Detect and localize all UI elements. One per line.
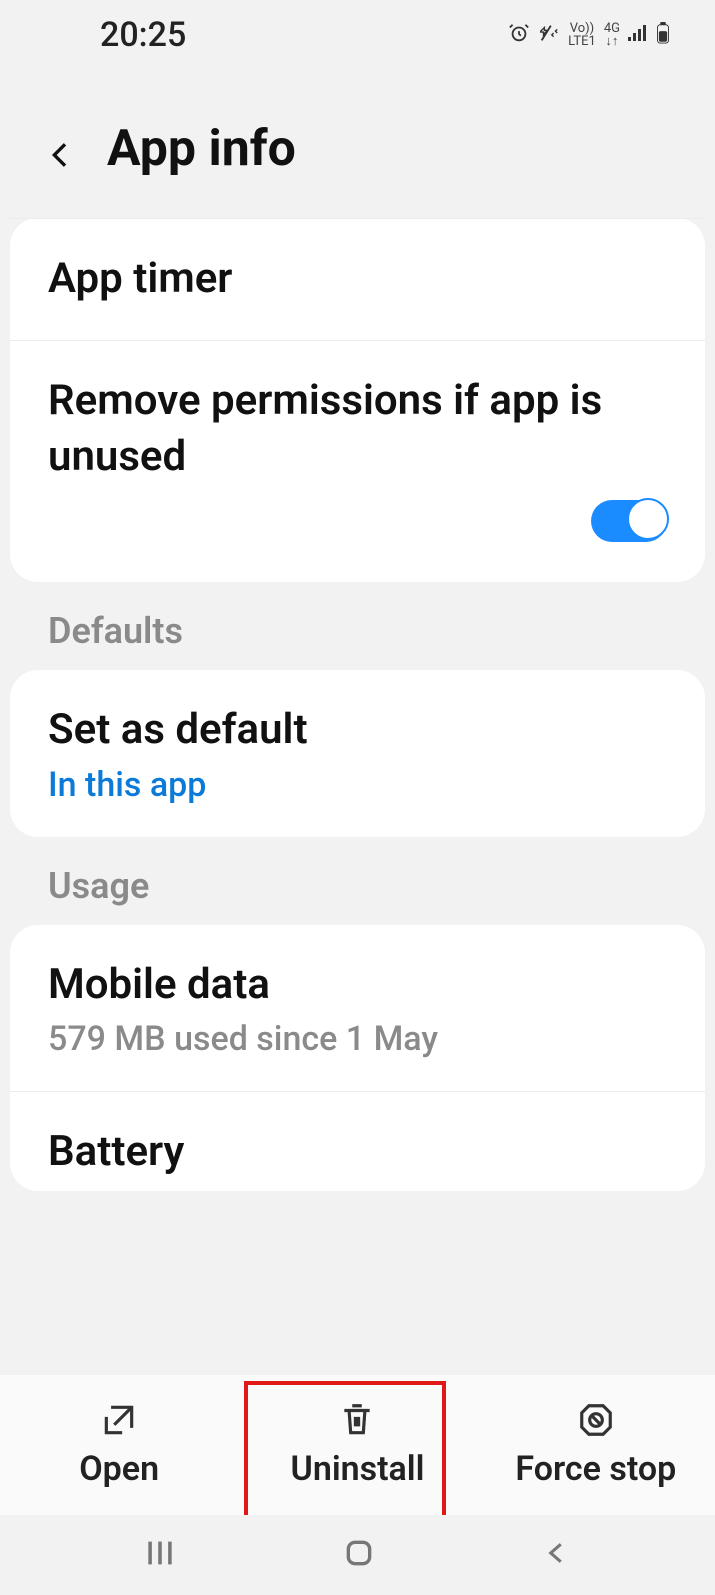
signal-icon (628, 25, 648, 46)
row-title: App timer (48, 251, 667, 308)
back-nav-icon[interactable] (542, 1538, 572, 1572)
back-icon[interactable] (45, 134, 75, 164)
open-icon (100, 1401, 138, 1439)
status-time: 20:25 (100, 15, 186, 55)
open-button[interactable]: Open (0, 1375, 238, 1515)
vibrate-icon (538, 22, 560, 49)
recents-icon[interactable] (143, 1536, 177, 1574)
row-sub: In this app (48, 765, 667, 805)
section-usage: Usage (0, 837, 715, 925)
header: App info (0, 70, 715, 218)
row-battery[interactable]: Battery (10, 1092, 705, 1191)
row-title: Remove permissions if app is unused (48, 373, 667, 486)
button-label: Force stop (515, 1449, 676, 1489)
data-label: 4G ↓↑ (604, 22, 620, 48)
uninstall-button[interactable]: Uninstall (238, 1375, 476, 1515)
row-set-as-default[interactable]: Set as default In this app (10, 670, 705, 837)
row-title: Battery (48, 1124, 667, 1181)
alarm-icon (508, 22, 530, 49)
home-icon[interactable] (343, 1537, 375, 1573)
row-app-timer[interactable]: App timer (10, 218, 705, 341)
row-remove-permissions[interactable]: Remove permissions if app is unused (10, 341, 705, 582)
button-label: Open (79, 1449, 159, 1489)
force-stop-button[interactable]: Force stop (477, 1375, 715, 1515)
stop-icon (577, 1401, 615, 1439)
card-defaults: Set as default In this app (10, 670, 705, 837)
section-defaults: Defaults (0, 582, 715, 670)
button-label: Uninstall (291, 1449, 425, 1489)
network-label: Vo)) LTE1 (568, 22, 596, 48)
row-sub: 579 MB used since 1 May (48, 1019, 667, 1059)
row-title: Set as default (48, 702, 667, 759)
row-mobile-data[interactable]: Mobile data 579 MB used since 1 May (10, 925, 705, 1093)
card-usage: Mobile data 579 MB used since 1 May Batt… (10, 925, 705, 1191)
trash-icon (338, 1401, 376, 1439)
row-title: Mobile data (48, 957, 667, 1014)
toggle-switch[interactable] (591, 500, 667, 542)
card-usage-controls: App timer Remove permissions if app is u… (10, 218, 705, 582)
status-icons: Vo)) LTE1 4G ↓↑ (508, 22, 670, 49)
bottom-action-bar: Open Uninstall Force stop (0, 1375, 715, 1515)
battery-icon (656, 22, 670, 49)
status-bar: 20:25 Vo)) LTE1 4G ↓↑ (0, 0, 715, 70)
toggle-knob (627, 498, 669, 540)
nav-bar (0, 1515, 715, 1595)
page-title: App info (107, 120, 296, 178)
